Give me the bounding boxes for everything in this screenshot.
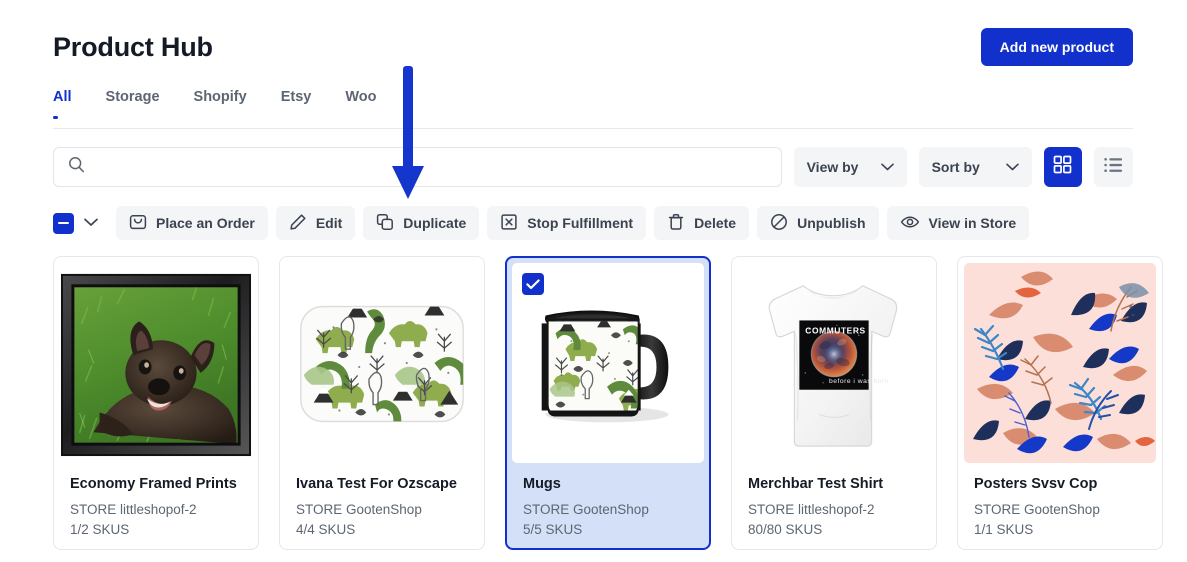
botanical-poster-art: [964, 263, 1156, 463]
page-title: Product Hub: [53, 32, 213, 62]
product-thumbnail[interactable]: [60, 263, 252, 463]
product-info: Posters Svsv Cop STORE GootenShop 1/1 SK…: [958, 463, 1162, 540]
product-store: STORE GootenShop: [974, 502, 1100, 517]
product-grid: Economy Framed Prints STORE littleshopof…: [53, 256, 1163, 550]
tab-etsy[interactable]: Etsy: [281, 88, 332, 119]
unpublish-button[interactable]: Unpublish: [757, 206, 879, 240]
place-an-order-button[interactable]: Place an Order: [116, 206, 268, 240]
view-by-label: View by: [806, 159, 859, 175]
product-card-ivana-test-for-ozscape[interactable]: Ivana Test For Ozscape STORE GootenShop …: [279, 256, 485, 550]
sort-by-label: Sort by: [931, 159, 980, 175]
product-card-mugs[interactable]: Mugs STORE GootenShop 5/5 SKUS: [505, 256, 711, 550]
tab-storage[interactable]: Storage: [106, 88, 180, 119]
product-thumbnail[interactable]: [512, 263, 704, 463]
annotation-arrow-down: [390, 66, 426, 207]
x-box-icon: [500, 213, 518, 234]
grid-icon: [1053, 155, 1072, 179]
product-skus: 5/5 SKUS: [523, 522, 583, 537]
product-skus: 1/1 SKUS: [974, 522, 1034, 537]
source-tabs: All Storage Shopify Etsy Woo: [53, 88, 410, 119]
bulk-action-toolbar: Place an Order Edit Duplicate Stop Fulfi…: [53, 206, 1037, 240]
filter-row: View by Sort by: [53, 147, 1133, 187]
edit-label: Edit: [315, 215, 343, 231]
product-thumbnail[interactable]: [964, 263, 1156, 463]
search-icon: [68, 156, 85, 178]
tab-all[interactable]: All: [53, 88, 92, 119]
product-title: Ivana Test For Ozscape: [296, 476, 457, 492]
add-new-product-button[interactable]: Add new product: [980, 28, 1133, 66]
list-view-button[interactable]: [1094, 147, 1133, 187]
view-by-dropdown[interactable]: View by: [793, 147, 907, 187]
select-all-chevron-down-icon[interactable]: [84, 214, 98, 232]
chevron-down-icon: [1005, 158, 1019, 176]
list-icon: [1104, 157, 1123, 178]
copy-icon: [376, 213, 394, 234]
product-hub-page: Product Hub Add new product All Storage …: [0, 0, 1187, 562]
place-an-order-label: Place an Order: [156, 215, 255, 231]
framed-dog-photo-art: [60, 273, 252, 457]
product-store: STORE littleshopof-2: [70, 502, 197, 517]
product-info: Ivana Test For Ozscape STORE GootenShop …: [280, 463, 484, 540]
tab-woo[interactable]: Woo: [345, 88, 396, 119]
arrow-down-icon: [392, 66, 424, 199]
commuters-tshirt-art: COMMUTERS before i was born: [768, 285, 898, 447]
product-info: Merchbar Test Shirt STORE littleshopof-2…: [732, 463, 936, 540]
product-title: Economy Framed Prints: [70, 476, 237, 492]
stop-fulfillment-label: Stop Fulfillment: [527, 215, 634, 231]
product-card-posters-svsv-cop[interactable]: Posters Svsv Cop STORE GootenShop 1/1 SK…: [957, 256, 1163, 550]
product-store: STORE GootenShop: [523, 502, 649, 517]
grid-view-button[interactable]: [1043, 147, 1083, 187]
trash-icon: [667, 213, 685, 234]
eye-icon: [900, 213, 920, 234]
product-selected-checkbox[interactable]: [522, 273, 544, 295]
product-title: Posters Svsv Cop: [974, 476, 1098, 492]
product-title: Merchbar Test Shirt: [748, 476, 884, 492]
duplicate-label: Duplicate: [403, 215, 467, 231]
tab-shopify[interactable]: Shopify: [194, 88, 267, 119]
product-skus: 4/4 SKUS: [296, 522, 356, 537]
dinosaur-blanket-art: [300, 305, 464, 423]
search-input[interactable]: [95, 158, 767, 176]
bag-icon: [129, 213, 147, 234]
view-in-store-button[interactable]: View in Store: [886, 206, 1030, 240]
delete-label: Delete: [694, 215, 737, 231]
stop-fulfillment-button[interactable]: Stop Fulfillment: [487, 206, 647, 240]
product-thumbnail[interactable]: COMMUTERS before i was born: [738, 263, 930, 463]
product-skus: 1/2 SKUS: [70, 522, 130, 537]
pencil-icon: [289, 213, 307, 234]
minus-icon: [58, 221, 69, 225]
product-title: Mugs: [523, 476, 561, 492]
duplicate-button[interactable]: Duplicate: [363, 206, 480, 240]
svg-text:before i was born: before i was born: [829, 378, 889, 385]
view-in-store-label: View in Store: [928, 215, 1017, 231]
no-entry-icon: [770, 213, 788, 234]
tabs-divider: [53, 128, 1133, 129]
chevron-down-icon: [880, 158, 894, 176]
edit-button[interactable]: Edit: [275, 206, 356, 240]
product-store: STORE GootenShop: [296, 502, 422, 517]
delete-button[interactable]: Delete: [654, 206, 750, 240]
product-thumbnail[interactable]: [286, 263, 478, 463]
sort-by-dropdown[interactable]: Sort by: [918, 147, 1032, 187]
product-store: STORE littleshopof-2: [748, 502, 875, 517]
product-card-merchbar-test-shirt[interactable]: COMMUTERS before i was born Merchbar Tes…: [731, 256, 937, 550]
product-info: Economy Framed Prints STORE littleshopof…: [54, 463, 258, 540]
product-skus: 80/80 SKUS: [748, 522, 823, 537]
select-all-checkbox[interactable]: [53, 212, 74, 234]
check-icon: [526, 278, 540, 289]
page-header: Product Hub Add new product: [53, 28, 1133, 72]
select-all-control: [53, 212, 98, 234]
product-info: Mugs STORE GootenShop 5/5 SKUS: [507, 463, 709, 540]
svg-text:COMMUTERS: COMMUTERS: [805, 325, 865, 335]
unpublish-label: Unpublish: [797, 215, 866, 231]
product-card-economy-framed-prints[interactable]: Economy Framed Prints STORE littleshopof…: [53, 256, 259, 550]
